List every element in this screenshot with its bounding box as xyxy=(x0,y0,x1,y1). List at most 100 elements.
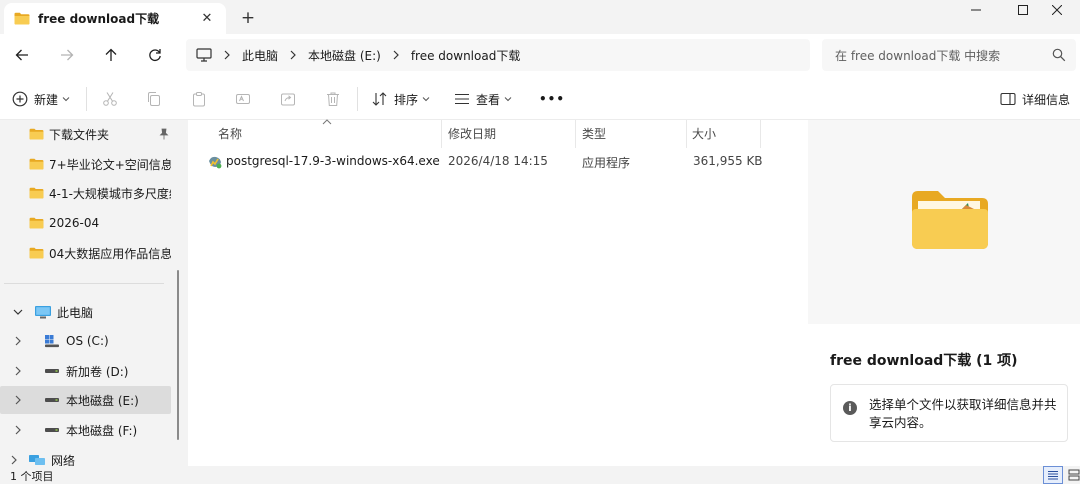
chevron-right-icon[interactable] xyxy=(12,335,24,347)
navigation-bar: 此电脑 本地磁盘 (E:) free download下载 在 free dow… xyxy=(0,34,1080,76)
copy-icon[interactable] xyxy=(146,86,162,112)
arrow-left-icon[interactable] xyxy=(8,41,36,69)
column-header-date[interactable]: 修改日期 xyxy=(448,120,496,146)
chevron-down-icon[interactable] xyxy=(12,306,24,318)
breadcrumb-this-pc[interactable]: 此电脑 xyxy=(242,47,278,64)
file-list: 名称 修改日期 类型 大小 postgresql-17.9-3-windows-… xyxy=(188,118,808,466)
folder-icon xyxy=(14,12,30,25)
sidebar-divider xyxy=(4,283,164,284)
sidebar-item-2026-04[interactable]: 2026-04 xyxy=(0,209,171,237)
sidebar-item-drive-f[interactable]: 本地磁盘 (F:) xyxy=(0,416,171,444)
chevron-right-icon[interactable] xyxy=(224,50,230,60)
drive-icon xyxy=(45,369,59,373)
details-pane-icon xyxy=(1000,92,1016,106)
chevron-right-icon[interactable] xyxy=(12,365,24,377)
sidebar-item-label: 本地磁盘 (F:) xyxy=(66,423,138,438)
column-divider[interactable] xyxy=(686,120,687,148)
details-view-icon[interactable] xyxy=(1043,466,1063,484)
details-pane: free download下载 (1 项) i 选择单个文件以获取详细信息并共享… xyxy=(808,120,1080,466)
search-input[interactable]: 在 free download下载 中搜索 xyxy=(822,39,1076,71)
info-icon: i xyxy=(843,401,857,415)
pin-icon[interactable] xyxy=(159,128,169,140)
column-header-type[interactable]: 类型 xyxy=(582,120,606,146)
chevron-right-icon[interactable] xyxy=(8,454,20,466)
search-placeholder: 在 free download下载 中搜索 xyxy=(835,48,1001,63)
close-icon[interactable]: ✕ xyxy=(196,8,218,30)
tab-title: free download下载 xyxy=(38,12,160,26)
minimize-icon[interactable] xyxy=(953,0,999,20)
folder-icon xyxy=(29,187,44,199)
sidebar-scrollbar[interactable] xyxy=(177,270,179,440)
sort-ascending-icon xyxy=(322,118,332,128)
column-divider[interactable] xyxy=(575,120,576,148)
sidebar-item-drive-d[interactable]: 新加卷 (D:) xyxy=(0,357,171,385)
chevron-down-icon xyxy=(504,97,512,102)
folder-icon xyxy=(29,158,44,170)
details-pane-button[interactable]: 详细信息 xyxy=(1000,86,1070,112)
view-button[interactable]: 查看 xyxy=(454,86,512,112)
sidebar-item-this-pc[interactable]: 此电脑 xyxy=(0,298,171,326)
details-info-text: 选择单个文件以获取详细信息并共享云内容。 xyxy=(869,397,1057,430)
sidebar-item-label: 4-1-大规模城市多尺度绿 xyxy=(49,186,171,201)
column-header-size[interactable]: 大小 xyxy=(692,120,716,146)
sidebar-item-label: 2026-04 xyxy=(49,216,100,230)
sidebar-item-label: 本地磁盘 (E:) xyxy=(66,393,139,408)
sidebar-item-drive-c[interactable]: OS (C:) xyxy=(0,327,171,355)
trash-icon[interactable] xyxy=(325,86,341,112)
tiles-view-icon[interactable] xyxy=(1064,466,1080,484)
share-icon[interactable] xyxy=(280,86,296,112)
address-bar[interactable]: 此电脑 本地磁盘 (E:) free download下载 xyxy=(186,39,810,71)
arrow-right-icon[interactable] xyxy=(53,41,81,69)
sidebar-item-downloads-folder[interactable]: 下载文件夹 xyxy=(0,120,171,148)
computer-icon[interactable] xyxy=(196,48,212,62)
toolbar-divider xyxy=(357,87,358,111)
view-label: 查看 xyxy=(476,92,501,107)
more-options-button[interactable]: ••• xyxy=(539,86,565,112)
status-bar: 1 个项目 xyxy=(0,466,1080,484)
sidebar-item-drive-e[interactable]: 本地磁盘 (E:) xyxy=(0,386,171,414)
tab-free-download[interactable]: free download下载 ✕ xyxy=(4,3,226,34)
chevron-right-icon[interactable] xyxy=(12,394,24,406)
folder-icon xyxy=(29,128,44,140)
folder-preview-icon xyxy=(912,191,988,249)
computer-icon xyxy=(35,306,51,319)
chevron-right-icon[interactable] xyxy=(290,50,296,60)
sidebar-item-city-folder[interactable]: 4-1-大规模城市多尺度绿 xyxy=(0,179,171,207)
column-divider[interactable] xyxy=(760,120,761,148)
rename-icon[interactable] xyxy=(235,86,251,112)
breadcrumb-current-folder[interactable]: free download下载 xyxy=(411,47,521,64)
sidebar-item-label: OS (C:) xyxy=(66,334,109,348)
sidebar-item-label: 04大数据应用作品信息提 xyxy=(49,246,171,261)
refresh-icon[interactable] xyxy=(141,41,169,69)
column-header-name[interactable]: 名称 xyxy=(218,120,242,146)
sidebar-item-bigdata-folder[interactable]: 04大数据应用作品信息提 xyxy=(0,239,171,267)
file-size: 361,955 KB xyxy=(693,154,763,168)
sort-button[interactable]: 排序 xyxy=(372,86,430,112)
sidebar-item-label: 此电脑 xyxy=(57,305,94,320)
network-icon xyxy=(29,455,45,465)
column-divider[interactable] xyxy=(441,120,442,148)
drive-icon xyxy=(45,398,59,402)
chevron-right-icon[interactable] xyxy=(393,50,399,60)
arrow-up-icon[interactable] xyxy=(97,41,125,69)
file-name[interactable]: postgresql-17.9-3-windows-x64.exe xyxy=(226,154,440,168)
chevron-right-icon[interactable] xyxy=(12,424,24,436)
chevron-down-icon xyxy=(62,97,70,102)
table-row[interactable]: postgresql-17.9-3-windows-x64.exe 2026/4… xyxy=(188,150,808,174)
os-drive-icon xyxy=(45,335,59,348)
folder-icon xyxy=(29,247,44,259)
sidebar-item-thesis-folder[interactable]: 7+毕业论文+空间信息与 xyxy=(0,150,171,178)
details-label: 详细信息 xyxy=(1022,92,1071,107)
new-button[interactable]: 新建 xyxy=(12,86,70,112)
paste-icon[interactable] xyxy=(191,86,207,112)
view-list-icon xyxy=(455,93,469,105)
scissors-icon[interactable] xyxy=(102,86,118,112)
breadcrumb-drive-e[interactable]: 本地磁盘 (E:) xyxy=(308,47,381,64)
preview-area xyxy=(808,120,1080,324)
chevron-down-icon xyxy=(422,97,430,102)
item-count: 1 个项目 xyxy=(10,470,54,483)
plus-icon[interactable]: + xyxy=(236,7,260,29)
folder-icon xyxy=(29,217,44,229)
command-bar: 新建 排序 查看 ••• 详细信息 xyxy=(0,76,1080,120)
close-icon[interactable] xyxy=(1034,0,1080,20)
